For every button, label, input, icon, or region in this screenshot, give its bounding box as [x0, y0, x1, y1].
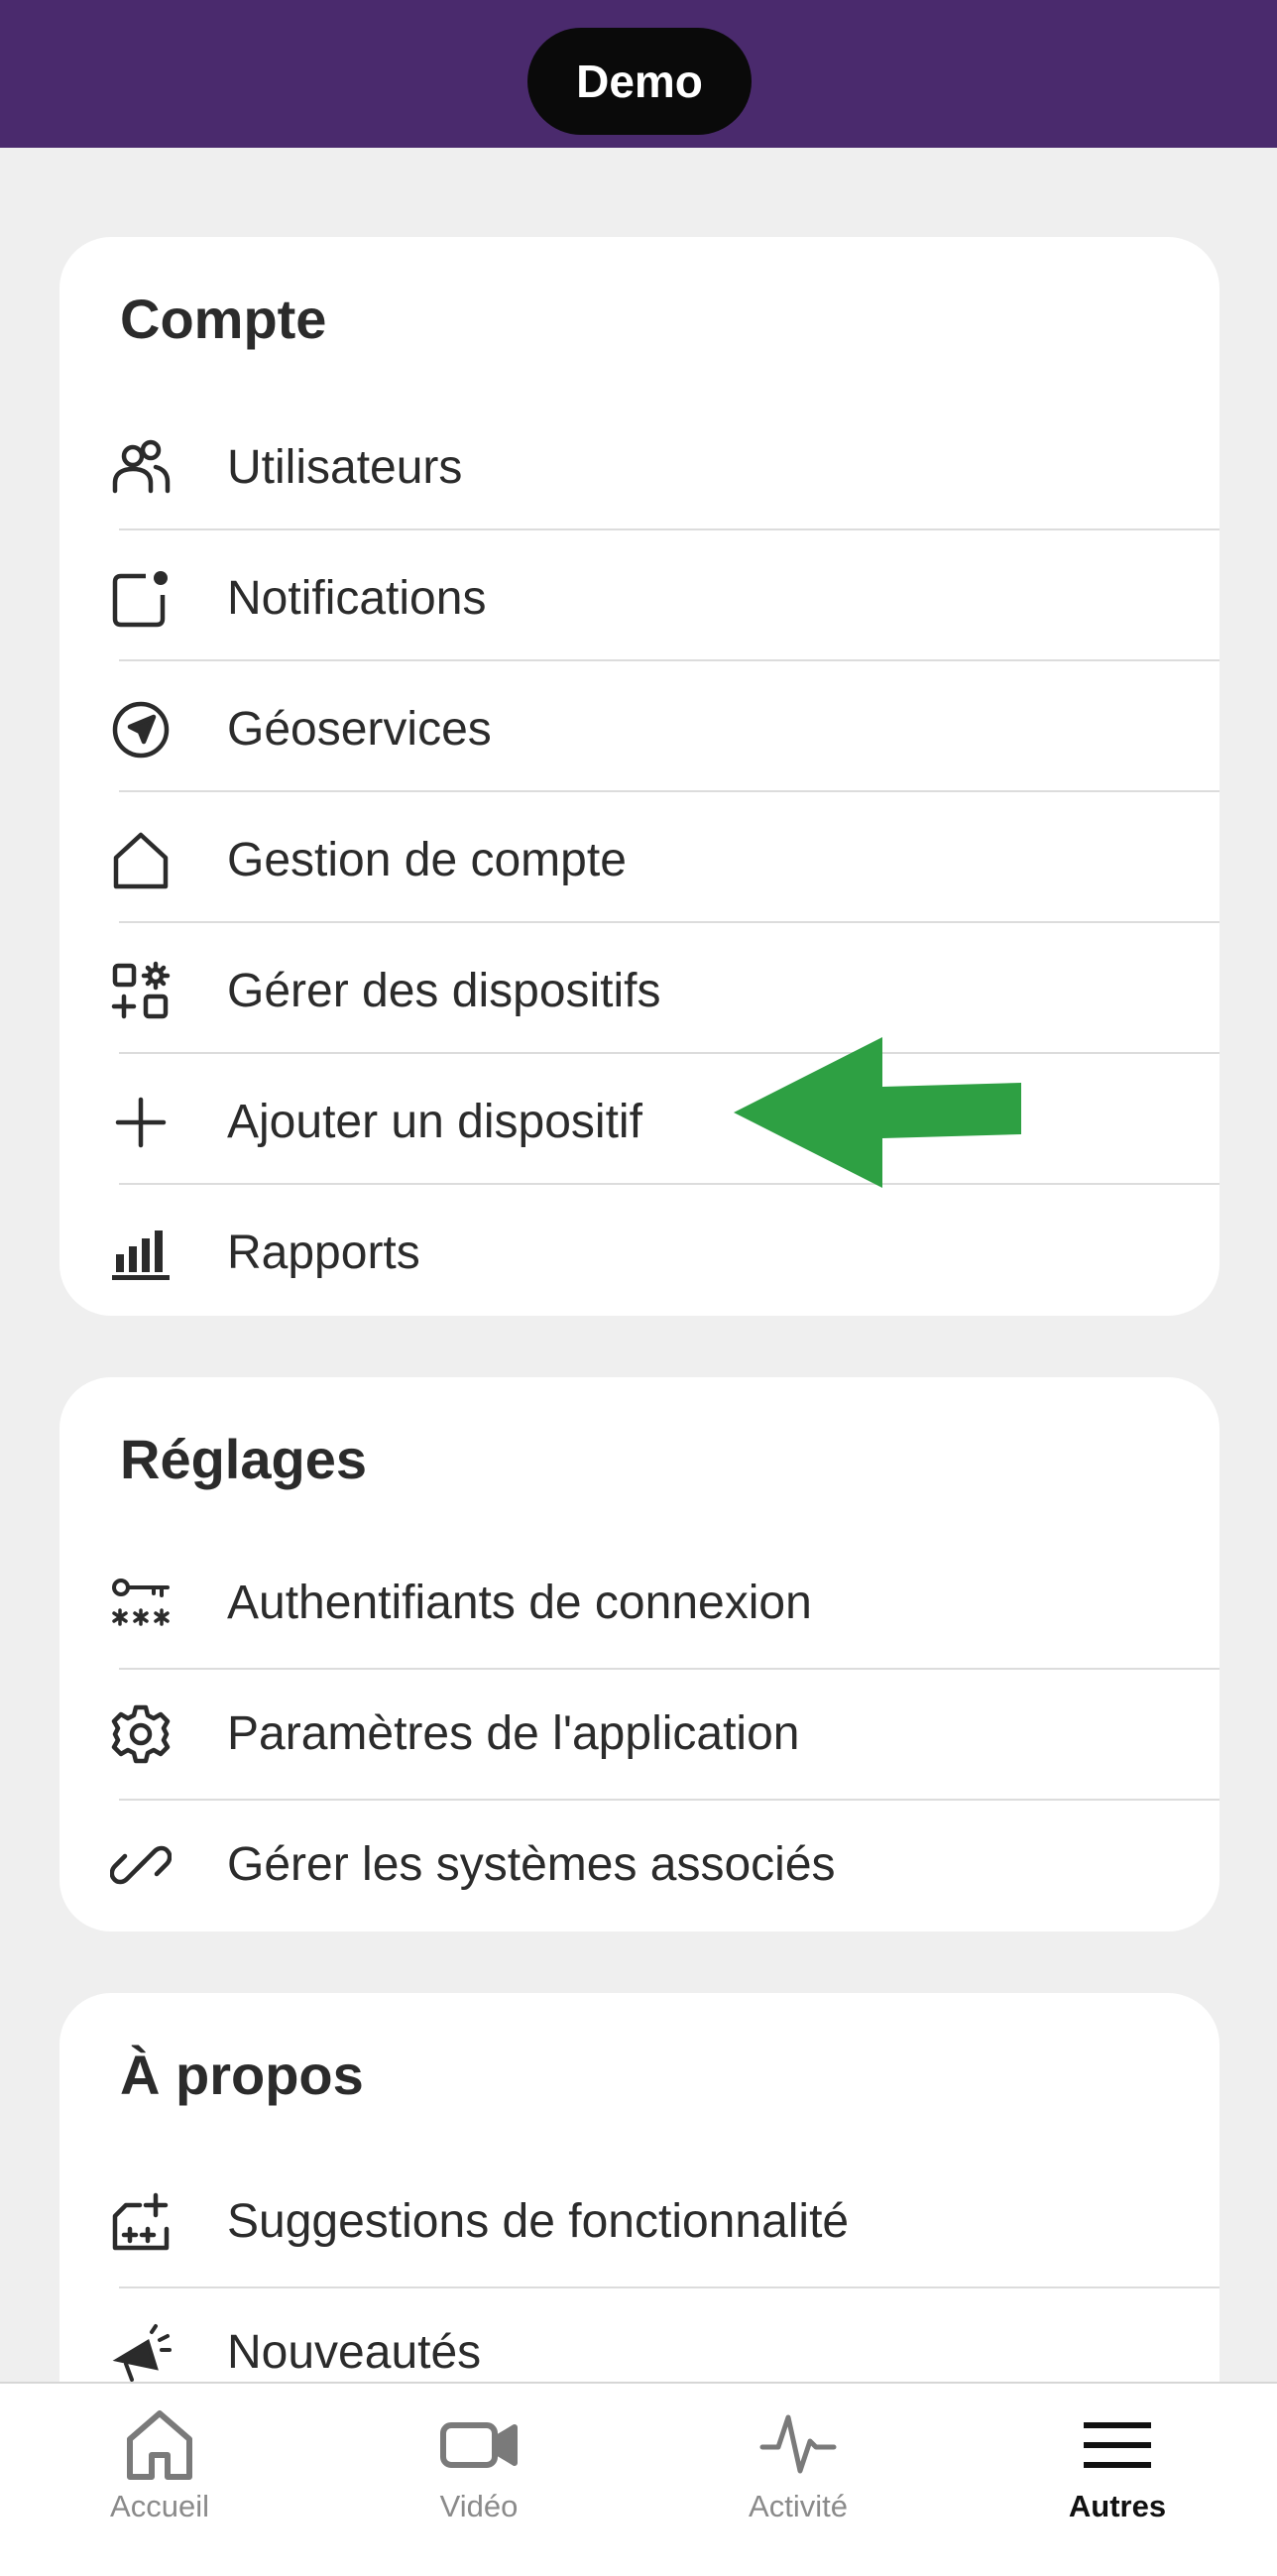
menu-item-label: Gestion de compte	[227, 834, 627, 886]
menu-item-label: Notifications	[227, 572, 487, 625]
megaphone-icon	[110, 2322, 172, 2384]
menu-item-label: Ajouter un dispositif	[227, 1096, 642, 1148]
activity-pulse-icon	[758, 2405, 838, 2485]
account-pill[interactable]: Demo	[527, 28, 752, 135]
tab-label: Vidéo	[439, 2489, 519, 2523]
tab-autres[interactable]: Autres	[958, 2384, 1277, 2576]
menu-item-label: Rapports	[227, 1227, 420, 1279]
feature-suggestion-icon	[110, 2191, 172, 2253]
annotation-arrow	[734, 1037, 1021, 1188]
divider	[119, 1183, 1219, 1185]
compass-icon	[110, 699, 172, 761]
menu-item-rapports[interactable]: Rapports	[59, 1188, 1219, 1316]
tab-label: Activité	[749, 2489, 848, 2523]
divider	[119, 659, 1219, 661]
menu-item-ajouter-un-dispositif[interactable]: Ajouter un dispositif	[59, 1057, 1219, 1188]
menu-item-suggestions-de-fonctionnalite[interactable]: Suggestions de fonctionnalité	[59, 2157, 1219, 2287]
menu-item-label: Suggestions de fonctionnalité	[227, 2195, 850, 2248]
tab-label: Autres	[1068, 2489, 1167, 2523]
menu-item-gerer-les-systemes-associes[interactable]: Gérer les systèmes associés	[59, 1800, 1219, 1931]
notification-icon	[110, 568, 172, 630]
section-title-a-propos: À propos	[120, 2044, 364, 2106]
divider	[119, 921, 1219, 923]
section-title-reglages: Réglages	[120, 1428, 367, 1490]
divider	[119, 1052, 1219, 1054]
tab-activite[interactable]: Activité	[638, 2384, 958, 2576]
gear-icon	[110, 1703, 172, 1765]
tab-video[interactable]: Vidéo	[319, 2384, 638, 2576]
divider	[119, 790, 1219, 792]
menu-icon	[1078, 2405, 1157, 2485]
menu-item-label: Utilisateurs	[227, 441, 463, 494]
menu-item-label: Gérer les systèmes associés	[227, 1838, 836, 1891]
manage-devices-icon	[110, 961, 172, 1022]
tab-label: Accueil	[110, 2489, 209, 2523]
menu-item-notifications[interactable]: Notifications	[59, 533, 1219, 664]
bottom-navigation: Accueil Vidéo Activité Autres	[0, 2382, 1277, 2576]
tab-accueil[interactable]: Accueil	[0, 2384, 319, 2576]
menu-item-parametres-de-l-application[interactable]: Paramètres de l'application	[59, 1669, 1219, 1800]
menu-item-gestion-de-compte[interactable]: Gestion de compte	[59, 795, 1219, 926]
home-icon	[120, 2405, 199, 2485]
divider	[119, 528, 1219, 530]
key-password-icon	[110, 1573, 172, 1634]
bar-chart-icon	[110, 1223, 172, 1284]
menu-item-label: Authentifiants de connexion	[227, 1577, 812, 1629]
section-reglages: Réglages Authentifiants de connexion Par…	[59, 1377, 1219, 1932]
menu-item-gerer-des-dispositifs[interactable]: Gérer des dispositifs	[59, 926, 1219, 1057]
menu-item-authentifiants-de-connexion[interactable]: Authentifiants de connexion	[59, 1538, 1219, 1669]
users-icon	[110, 437, 172, 499]
section-compte: Compte Utilisateurs Notifications Géoser…	[59, 237, 1219, 1316]
video-camera-icon	[439, 2405, 519, 2485]
home-icon	[110, 830, 172, 891]
menu-item-label: Paramètres de l'application	[227, 1707, 800, 1760]
top-bar: Demo	[0, 0, 1277, 148]
plus-icon	[110, 1092, 172, 1153]
menu-item-label: Géoservices	[227, 703, 492, 756]
menu-item-label: Gérer des dispositifs	[227, 965, 661, 1017]
menu-item-utilisateurs[interactable]: Utilisateurs	[59, 403, 1219, 533]
section-title-compte: Compte	[120, 288, 327, 350]
link-icon	[110, 1834, 172, 1896]
menu-item-geoservices[interactable]: Géoservices	[59, 664, 1219, 795]
